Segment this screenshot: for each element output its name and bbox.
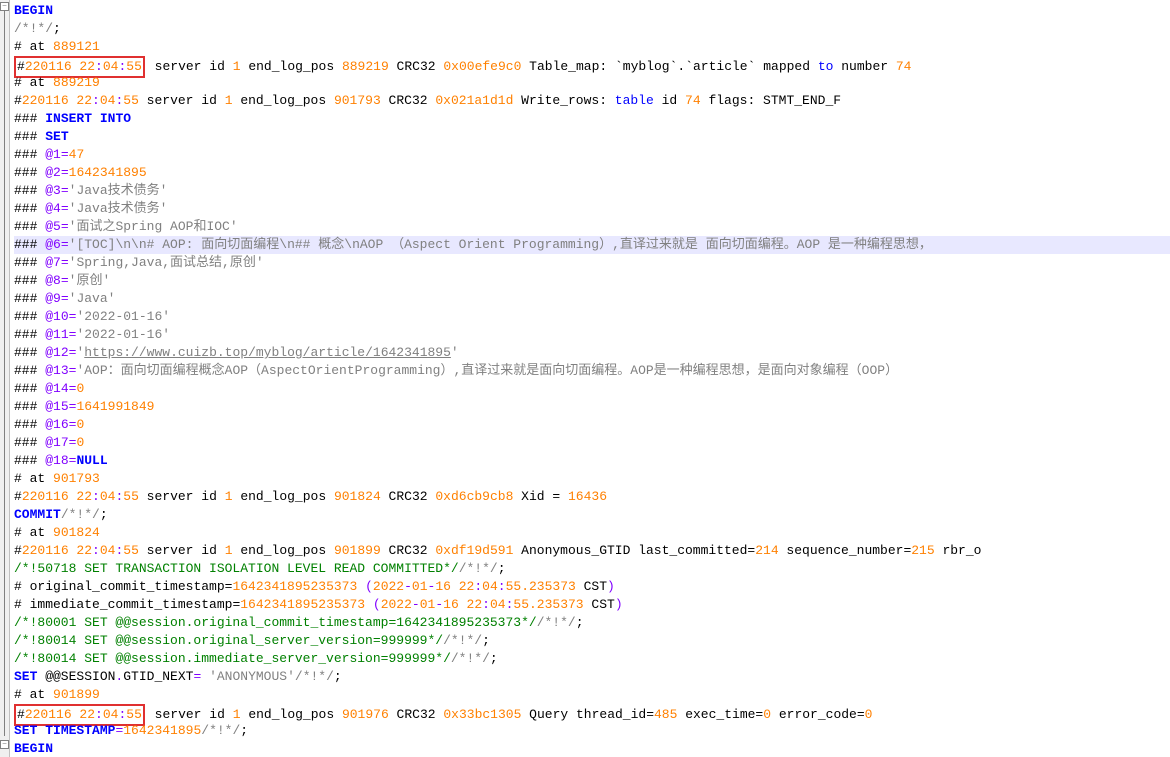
code-line: #220116 22:04:55 server id 1 end_log_pos… [14, 542, 1170, 560]
code-line: ### @17=0 [14, 434, 1170, 452]
code-line: COMMIT/*!*/; [14, 506, 1170, 524]
code-line: ### @10='2022-01-16' [14, 308, 1170, 326]
code-line: ### @16=0 [14, 416, 1170, 434]
code-line: ### @15=1641991849 [14, 398, 1170, 416]
code-line: ### @8='原创' [14, 272, 1170, 290]
code-line: #220116 22:04:55 server id 1 end_log_pos… [14, 92, 1170, 110]
code-area[interactable]: BEGIN /*!*/; # at 889121 #220116 22:04:5… [10, 0, 1170, 757]
fold-toggle-icon[interactable]: − [0, 2, 9, 11]
code-line: ### @2=1642341895 [14, 164, 1170, 182]
code-line-highlighted: ### @6='[TOC]\n\n# AOP: 面向切面编程\n## 概念\nA… [14, 236, 1170, 254]
code-line: ### @14=0 [14, 380, 1170, 398]
code-line: # at 889121 [14, 38, 1170, 56]
code-line-boxed: #220116 22:04:55 server id 1 end_log_pos… [14, 704, 1170, 722]
code-line: SET TIMESTAMP=1642341895/*!*/; [14, 722, 1170, 740]
code-line: ### INSERT INTO [14, 110, 1170, 128]
code-line: ### @12='https://www.cuizb.top/myblog/ar… [14, 344, 1170, 362]
code-line: ### @5='面试之Spring AOP和IOC' [14, 218, 1170, 236]
fold-gutter: − − [0, 0, 10, 757]
code-line: # at 901824 [14, 524, 1170, 542]
code-line: BEGIN [14, 740, 1170, 757]
code-line: ### @13='AOP：面向切面编程概念AOP（AspectOrientPro… [14, 362, 1170, 380]
code-line: /*!80014 SET @@session.original_server_v… [14, 632, 1170, 650]
code-line: /*!80001 SET @@session.original_commit_t… [14, 614, 1170, 632]
code-line: /*!50718 SET TRANSACTION ISOLATION LEVEL… [14, 560, 1170, 578]
code-line: ### @18=NULL [14, 452, 1170, 470]
code-line: # immediate_commit_timestamp=16423418952… [14, 596, 1170, 614]
code-line: ### @9='Java' [14, 290, 1170, 308]
keyword-begin: BEGIN [14, 741, 53, 756]
code-line: ### @11='2022-01-16' [14, 326, 1170, 344]
code-line: # original_commit_timestamp=164234189523… [14, 578, 1170, 596]
code-line: /*!80014 SET @@session.immediate_server_… [14, 650, 1170, 668]
url-link[interactable]: https://www.cuizb.top/myblog/article/164… [84, 345, 451, 360]
code-line-boxed: #220116 22:04:55 server id 1 end_log_pos… [14, 56, 1170, 74]
code-line: ### @7='Spring,Java,面试总结,原创' [14, 254, 1170, 272]
code-line: SET @@SESSION.GTID_NEXT= 'ANONYMOUS'/*!*… [14, 668, 1170, 686]
code-line: BEGIN [14, 2, 1170, 20]
keyword-begin: BEGIN [14, 3, 53, 18]
fold-line [4, 11, 5, 736]
code-line: # at 889219 [14, 74, 1170, 92]
code-line: # at 901899 [14, 686, 1170, 704]
code-line: ### @3='Java技术债务' [14, 182, 1170, 200]
code-line: # at 901793 [14, 470, 1170, 488]
code-line: ### @1=47 [14, 146, 1170, 164]
code-line: #220116 22:04:55 server id 1 end_log_pos… [14, 488, 1170, 506]
code-line: ### SET [14, 128, 1170, 146]
code-line: ### @4='Java技术债务' [14, 200, 1170, 218]
code-line: /*!*/; [14, 20, 1170, 38]
fold-toggle-icon[interactable]: − [0, 740, 9, 749]
